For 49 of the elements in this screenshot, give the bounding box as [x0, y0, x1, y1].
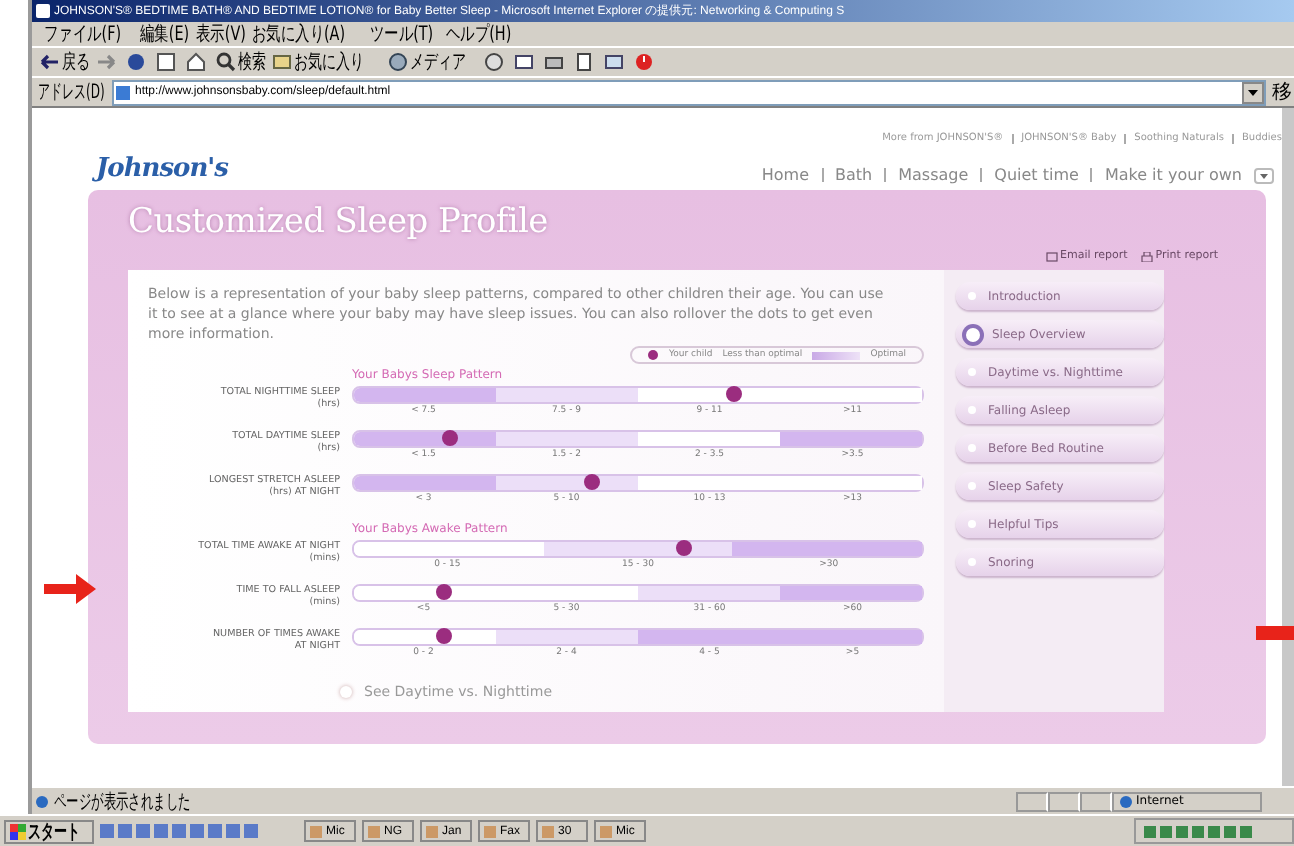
menu-item[interactable]: ファイル(F) — [44, 23, 122, 45]
page-title: Customized Sleep Profile — [128, 202, 550, 242]
menu-item[interactable]: 編集(E) — [139, 23, 189, 45]
toolbar-button[interactable]: 戻る — [40, 49, 86, 75]
home-icon[interactable] — [186, 49, 206, 75]
slider-dot[interactable] — [436, 628, 453, 644]
status-panel — [1016, 791, 1048, 811]
range-slider[interactable] — [352, 540, 924, 558]
power-icon[interactable] — [634, 49, 654, 75]
range-slider[interactable] — [352, 474, 924, 492]
search-icon — [216, 52, 236, 72]
nav-link[interactable]: Home — [761, 166, 810, 184]
nav-link[interactable]: Bath — [835, 166, 873, 184]
windows-logo-icon — [10, 823, 26, 839]
pointer-arrow — [44, 574, 96, 604]
marker-bar — [1256, 626, 1294, 640]
nav-link[interactable]: Make it your own — [1104, 166, 1242, 184]
brand-logo[interactable]: Johnson's — [96, 154, 228, 184]
slider-dot[interactable] — [584, 474, 601, 490]
forward-arrow-icon[interactable] — [96, 49, 116, 75]
back-arrow-icon — [40, 52, 60, 72]
toolbar-button[interactable]: メディア — [388, 49, 474, 75]
slider-dot[interactable] — [436, 584, 453, 600]
slider-dot[interactable] — [442, 430, 459, 446]
range-slider[interactable] — [352, 628, 924, 646]
bullet-icon — [340, 686, 352, 698]
menu-item[interactable]: ヘルプ(H) — [445, 23, 512, 45]
range-slider[interactable] — [352, 584, 924, 602]
nav-link[interactable]: Massage — [898, 166, 969, 184]
status-text: ページが表示されました — [54, 789, 191, 815]
dropdown-icon[interactable] — [1254, 167, 1274, 183]
go-button[interactable]: 移 — [1272, 78, 1294, 106]
toolbar-button[interactable]: 検索 — [216, 49, 262, 75]
dropdown-icon[interactable] — [1242, 81, 1264, 103]
start-button[interactable]: スタート — [4, 819, 94, 843]
legend-swatch — [812, 351, 861, 359]
range-slider[interactable] — [352, 430, 924, 448]
address-label: アドレス(D) — [38, 80, 105, 106]
dot-icon — [648, 350, 659, 360]
document-icon[interactable] — [574, 49, 594, 75]
menu-item[interactable]: 表示(V) — [195, 23, 246, 45]
nav-link[interactable]: Quiet time — [994, 166, 1079, 184]
envelope-icon — [1045, 251, 1058, 261]
toolbar-button[interactable]: お気に入り — [272, 49, 378, 75]
menu-item[interactable]: ツール(T) — [370, 23, 434, 45]
status-panel — [1048, 791, 1080, 811]
slider-dot[interactable] — [726, 386, 743, 402]
menu-item[interactable]: お気に入り(A) — [252, 23, 346, 45]
range-slider[interactable] — [352, 386, 924, 404]
